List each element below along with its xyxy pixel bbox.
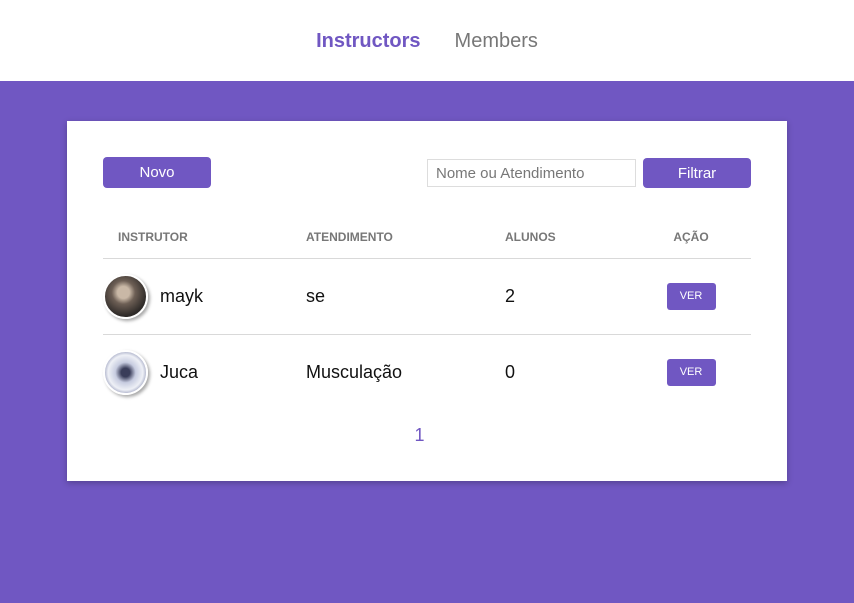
table-row: mayk se 2 VER [103, 258, 751, 335]
avatar [103, 349, 148, 395]
page-link-1[interactable]: 1 [414, 425, 424, 445]
nav-link-members[interactable]: Members [455, 31, 538, 51]
table-row: Juca Musculação 0 VER [103, 334, 751, 410]
instructor-name: mayk [160, 285, 204, 306]
action-cell: VER [631, 334, 751, 410]
atendimento-cell: Musculação [306, 361, 403, 382]
instructors-card: Novo Filtrar Instrutor Atendimento Aluno… [67, 121, 787, 481]
action-cell: VER [631, 258, 751, 335]
table-header-row: Instrutor Atendimento Alunos Ação [103, 217, 751, 259]
alunos-cell: 0 [505, 361, 516, 382]
column-header-instrutor: Instrutor [103, 217, 306, 259]
instructors-table: Instrutor Atendimento Alunos Ação mayk s… [103, 217, 751, 410]
avatar [103, 273, 148, 319]
instructor-cell: Juca [103, 334, 306, 410]
search-input[interactable] [427, 159, 636, 187]
nav-link-instructors[interactable]: Instructors [316, 31, 420, 51]
filter-button[interactable]: Filtrar [643, 158, 751, 188]
view-button[interactable]: VER [666, 282, 716, 310]
column-header-alunos: Alunos [505, 217, 631, 259]
column-header-atendimento: Atendimento [306, 217, 505, 259]
alunos-cell: 2 [505, 258, 631, 335]
pagination: 1 [67, 425, 772, 446]
view-button[interactable]: VER [666, 358, 716, 386]
instructor-name: Juca [160, 361, 199, 382]
new-instructor-button[interactable]: Novo [103, 157, 211, 188]
top-navigation: Instructors Members [0, 0, 854, 81]
column-header-acao: Ação [631, 217, 751, 259]
atendimento-cell: se [306, 258, 505, 335]
instructor-cell: mayk [103, 258, 306, 335]
